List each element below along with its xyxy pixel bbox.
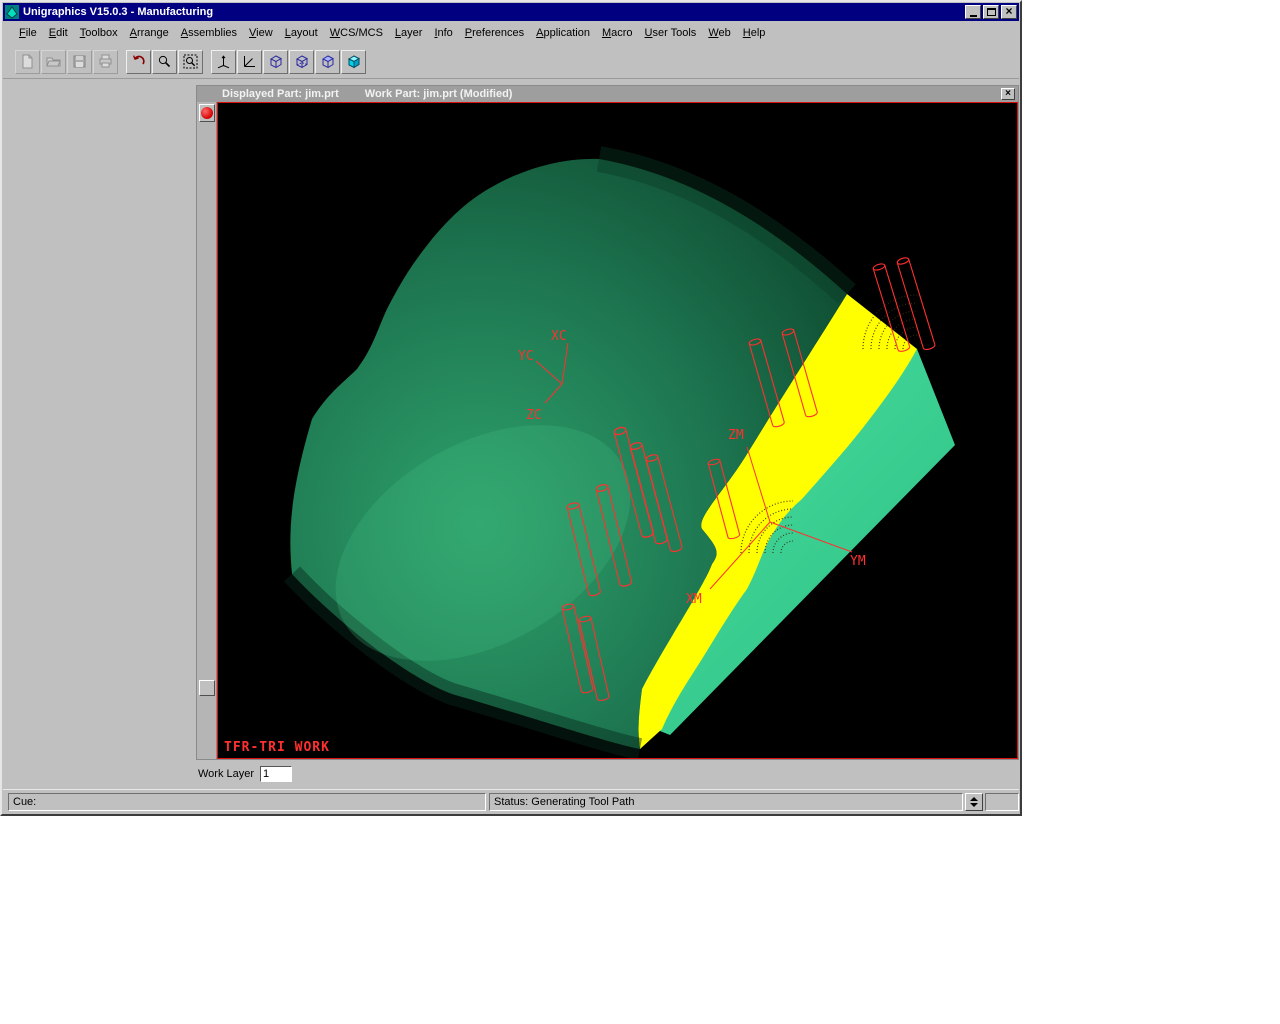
- menu-item-layout[interactable]: Layout: [279, 24, 324, 42]
- menu-item-assemblies[interactable]: Assemblies: [175, 24, 243, 42]
- window-title: Unigraphics V15.0.3 - Manufacturing: [23, 6, 963, 18]
- menu-item-toolbox[interactable]: Toolbox: [74, 24, 124, 42]
- toolbar: [3, 45, 1019, 79]
- open-folder-icon: [46, 54, 61, 69]
- new-file-icon: [20, 54, 35, 69]
- menu-item-macro[interactable]: Macro: [596, 24, 639, 42]
- cube-wireframe-icon: [268, 54, 283, 69]
- graphics-window-titlebar[interactable]: Displayed Part: jim.prt Work Part: jim.p…: [197, 86, 1018, 102]
- status-grip: [985, 793, 1019, 811]
- undo-icon: [131, 54, 146, 69]
- graphics-viewport[interactable]: XC YC ZC ZM YM XM TFR-TRI WORK: [217, 102, 1018, 759]
- menu-item-layer[interactable]: Layer: [389, 24, 429, 42]
- cad-scene: XC YC ZC ZM YM XM: [218, 103, 1018, 759]
- mcs-x-label: XM: [686, 592, 702, 607]
- app-icon: [5, 5, 19, 19]
- new-part-button[interactable]: [15, 50, 40, 74]
- app-window: Unigraphics V15.0.3 - Manufacturing × Fi…: [0, 0, 1022, 816]
- interrupt-button[interactable]: [199, 104, 215, 122]
- csys-triad-icon: [216, 54, 231, 69]
- close-icon: ×: [1005, 6, 1012, 16]
- csys-button[interactable]: [211, 50, 236, 74]
- undo-button[interactable]: [126, 50, 151, 74]
- axis-icon: [242, 54, 257, 69]
- menu-item-user-tools[interactable]: User Tools: [639, 24, 703, 42]
- menu-item-file[interactable]: File: [13, 24, 43, 42]
- wcs-y-label: YC: [518, 349, 534, 364]
- hidden-edge-view-button[interactable]: [289, 50, 314, 74]
- status-field: Status: Generating Tool Path: [489, 793, 963, 811]
- toolbar-separator: [204, 61, 211, 62]
- menu-item-edit[interactable]: Edit: [43, 24, 74, 42]
- magnifier-rect-icon: [183, 54, 198, 69]
- toolbar-separator: [119, 61, 126, 62]
- save-part-button[interactable]: [67, 50, 92, 74]
- status-scroll-button[interactable]: [965, 793, 983, 811]
- scroll-down-icon: [970, 803, 978, 807]
- zoom-button[interactable]: [152, 50, 177, 74]
- work-layer-input[interactable]: [260, 766, 292, 782]
- work-layer-row: Work Layer: [198, 764, 292, 784]
- graphics-close-button[interactable]: ×: [1001, 88, 1015, 100]
- menu-item-view[interactable]: View: [243, 24, 279, 42]
- graphics-side-strip: [197, 102, 217, 759]
- cube-hidden-icon: [294, 54, 309, 69]
- menu-item-preferences[interactable]: Preferences: [459, 24, 530, 42]
- menu-item-arrange[interactable]: Arrange: [124, 24, 175, 42]
- wcs-x-label: XC: [551, 329, 567, 344]
- minimize-button[interactable]: [965, 5, 981, 19]
- maximize-button[interactable]: [983, 5, 999, 19]
- mcs-z-label: ZM: [728, 428, 744, 443]
- mcs-y-label: YM: [850, 554, 866, 569]
- scrollbar-thumb[interactable]: [199, 680, 215, 696]
- title-bar[interactable]: Unigraphics V15.0.3 - Manufacturing ×: [3, 3, 1019, 21]
- stop-light-icon: [201, 107, 213, 119]
- menu-item-info[interactable]: Info: [428, 24, 458, 42]
- work-layer-label: Work Layer: [198, 768, 254, 780]
- save-icon: [72, 54, 87, 69]
- print-icon: [98, 54, 113, 69]
- cube-face-icon: [320, 54, 335, 69]
- cube-shaded-icon: [346, 54, 361, 69]
- close-button[interactable]: ×: [1001, 5, 1017, 19]
- wireframe-view-button[interactable]: [263, 50, 288, 74]
- view-orient-button[interactable]: [237, 50, 262, 74]
- menu-bar: FileEditToolboxArrangeAssembliesViewLayo…: [3, 21, 1019, 45]
- minimize-icon: [970, 15, 977, 17]
- menu-item-web[interactable]: Web: [702, 24, 736, 42]
- menu-item-application[interactable]: Application: [530, 24, 596, 42]
- desktop: Unigraphics V15.0.3 - Manufacturing × Fi…: [0, 0, 1280, 1024]
- print-button[interactable]: [93, 50, 118, 74]
- magnifier-icon: [157, 54, 172, 69]
- displayed-part-label: Displayed Part: jim.prt: [222, 88, 339, 100]
- graphics-window: Displayed Part: jim.prt Work Part: jim.p…: [196, 85, 1019, 760]
- zoom-rectangle-button[interactable]: [178, 50, 203, 74]
- menu-item-wcs-mcs[interactable]: WCS/MCS: [324, 24, 389, 42]
- maximize-icon: [987, 8, 996, 16]
- work-part-label: Work Part: jim.prt (Modified): [365, 88, 513, 100]
- wcs-z-label: ZC: [526, 408, 542, 423]
- face-view-button[interactable]: [315, 50, 340, 74]
- shaded-view-button[interactable]: [341, 50, 366, 74]
- menu-item-help[interactable]: Help: [737, 24, 772, 42]
- cue-field: Cue:: [8, 793, 486, 811]
- scroll-up-icon: [970, 797, 978, 801]
- open-part-button[interactable]: [41, 50, 66, 74]
- view-annotation: TFR-TRI WORK: [224, 740, 330, 755]
- status-bar: Cue: Status: Generating Tool Path: [3, 789, 1019, 813]
